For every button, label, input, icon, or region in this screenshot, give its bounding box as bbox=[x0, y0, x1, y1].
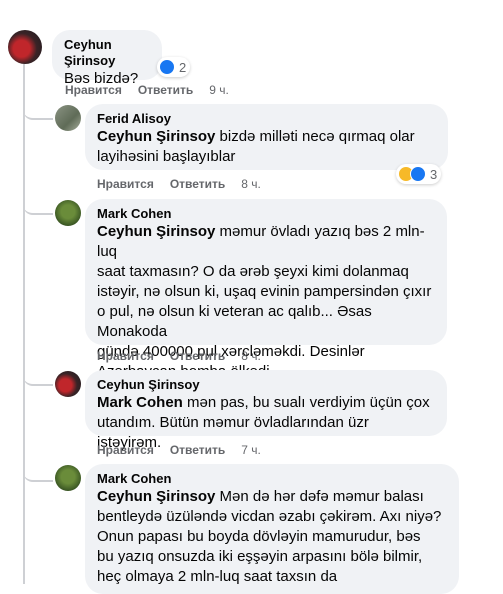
reply-button[interactable]: Ответить bbox=[170, 443, 225, 457]
comment-author[interactable]: Mark Cohen bbox=[97, 471, 447, 487]
comment-actions: Нравится Ответить 9 ч. bbox=[65, 82, 229, 98]
reaction-count: 2 bbox=[179, 59, 187, 75]
timestamp[interactable]: 8 ч. bbox=[241, 349, 261, 363]
comment-text-line: Onun papası bu boyda dövləyin mamurudur,… bbox=[97, 528, 421, 545]
avatar[interactable] bbox=[55, 371, 81, 397]
comment-bubble: Mark Cohen Ceyhun Şirinsoy Mən də hər də… bbox=[85, 464, 459, 594]
thread-elbow bbox=[23, 100, 53, 120]
mention-link[interactable]: Ceyhun Şirinsoy bbox=[97, 488, 215, 505]
comment-author[interactable]: Ceyhun Şirinsoy bbox=[64, 37, 150, 69]
thread-elbow bbox=[23, 366, 53, 386]
comment-text: Ceyhun Şirinsoy Mən də hər dəfə məmur ba… bbox=[97, 487, 447, 587]
avatar[interactable] bbox=[55, 465, 81, 491]
mention-link[interactable]: Mark Cohen bbox=[97, 394, 183, 411]
comment-text: Ceyhun Şirinsoy bizdə milləti necə qırma… bbox=[97, 127, 436, 167]
comment-bubble: Ferid Alisoy Ceyhun Şirinsoy bizdə millə… bbox=[85, 104, 448, 170]
comment-text-line: saat taxmasın? O da ərəb şeyxi kimi dola… bbox=[97, 263, 409, 280]
thread-elbow bbox=[23, 195, 53, 215]
comment-text-line: bu yazıq onsuzda iki eşşəyin arpasını bö… bbox=[97, 548, 423, 565]
comment-text-line: bizdə milləti necə qırmaq olar bbox=[215, 128, 415, 145]
timestamp[interactable]: 8 ч. bbox=[241, 177, 261, 191]
thread-elbow bbox=[23, 462, 53, 482]
like-icon bbox=[159, 59, 175, 75]
comment-author[interactable]: Ceyhun Şirinsoy bbox=[97, 377, 435, 393]
reply-button[interactable]: Ответить bbox=[170, 349, 225, 363]
comment-bubble: Ceyhun Şirinsoy Mark Cohen mən pas, bu s… bbox=[85, 370, 447, 451]
comment-actions: Нравится Ответить 7 ч. bbox=[97, 442, 261, 458]
avatar[interactable] bbox=[55, 200, 81, 226]
comment-author[interactable]: Mark Cohen bbox=[97, 206, 435, 222]
comment-text-line: Mən də hər dəfə məmur balası bbox=[215, 488, 424, 505]
like-button[interactable]: Нравится bbox=[65, 83, 122, 97]
reply-button[interactable]: Ответить bbox=[170, 177, 225, 191]
like-button[interactable]: Нравится bbox=[97, 177, 154, 191]
comment-text-line: heç olmaya 2 mln-luq saat taxsın da bbox=[97, 568, 338, 585]
like-icon bbox=[410, 166, 426, 182]
reaction-summary[interactable]: 3 bbox=[396, 164, 442, 184]
like-button[interactable]: Нравится bbox=[97, 443, 154, 457]
reply-button[interactable]: Ответить bbox=[138, 83, 193, 97]
comment-text-line: layihəsini başlayıblar bbox=[97, 148, 236, 165]
comment-text-line: bentleydə üzüləndə vicdan əzabı çəkirəm.… bbox=[97, 508, 442, 525]
comment-text-line: istəyir, nə olsun ki, uşaq evinin pamper… bbox=[97, 283, 432, 300]
avatar[interactable] bbox=[55, 105, 81, 131]
comment-bubble: Ceyhun Şirinsoy Bəs bizdə? bbox=[52, 30, 162, 87]
comment-text-line: o pul, nə olsun ki veteran ac qalıb... Ə… bbox=[97, 303, 372, 340]
like-button[interactable]: Нравится bbox=[97, 349, 154, 363]
avatar[interactable] bbox=[8, 30, 42, 64]
mention-link[interactable]: Ceyhun Şirinsoy bbox=[97, 128, 215, 145]
timestamp[interactable]: 9 ч. bbox=[209, 83, 229, 97]
mention-link[interactable]: Ceyhun Şirinsoy bbox=[97, 223, 215, 240]
reaction-count: 3 bbox=[430, 166, 438, 182]
thread-line bbox=[23, 64, 25, 584]
comment-bubble: Mark Cohen Ceyhun Şirinsoy məmur övladı … bbox=[85, 199, 447, 380]
comment-text-line: mən pas, bu sualı verdiyim üçün çox bbox=[182, 394, 430, 411]
timestamp[interactable]: 7 ч. bbox=[241, 443, 261, 457]
reaction-summary[interactable]: 2 bbox=[157, 57, 191, 77]
comment-actions: Нравится Ответить 8 ч. bbox=[97, 348, 261, 364]
comment-actions: Нравится Ответить 8 ч. bbox=[97, 176, 261, 192]
comment-author[interactable]: Ferid Alisoy bbox=[97, 111, 436, 127]
